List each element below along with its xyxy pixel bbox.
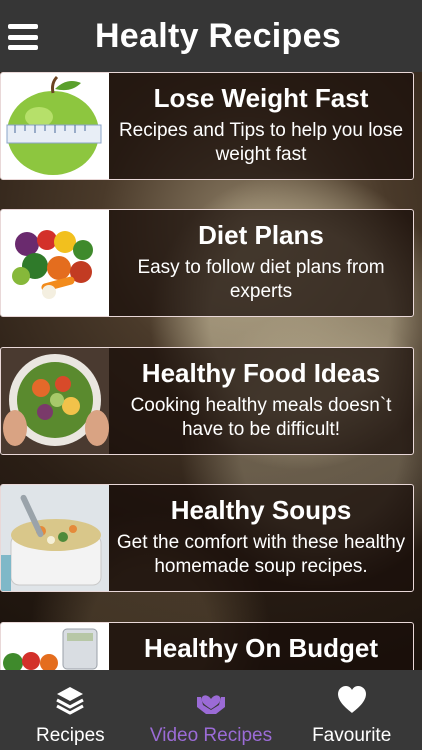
card-diet-plans[interactable]: Diet Plans Easy to follow diet plans fro… xyxy=(0,209,414,317)
card-healthy-on-budget[interactable]: Healthy On Budget xyxy=(0,622,414,670)
card-description: Cooking healthy meals doesn`t have to be… xyxy=(130,395,392,440)
card-description: Easy to follow diet plans from experts xyxy=(137,257,385,302)
tab-label: Video Recipes xyxy=(149,725,273,746)
soup-pot-image xyxy=(1,485,109,591)
tab-label: Favourite xyxy=(312,725,392,746)
card-healthy-soups[interactable]: Healthy Soups Get the comfort with these… xyxy=(0,484,414,592)
card-title: Lose Weight Fast xyxy=(153,83,369,113)
page-title: Healty Recipes xyxy=(94,16,342,55)
card-description: Get the comfort with these healthy homem… xyxy=(116,532,406,577)
card-lose-weight-fast[interactable]: Lose Weight Fast Recipes and Tips to hel… xyxy=(0,72,414,180)
salad-bowl-image xyxy=(1,348,109,454)
heart-hands-icon xyxy=(197,695,225,714)
layers-icon xyxy=(56,687,85,715)
tab-video-recipes[interactable]: Video Recipes xyxy=(141,670,282,750)
card-description: Recipes and Tips to help you lose weight… xyxy=(118,120,404,165)
budget-vegetables-image xyxy=(1,623,109,670)
heart-icon xyxy=(337,686,366,713)
app-screen: Healty Recipes Lose Weight Fast Recipes … xyxy=(0,0,422,750)
vegetables-image xyxy=(1,210,109,316)
card-title: Diet Plans xyxy=(198,220,324,250)
card-title: Healthy On Budget xyxy=(143,633,378,663)
tab-recipes[interactable]: Recipes xyxy=(0,670,141,750)
bottom-tab-bar: Recipes Video Recipes Favourite xyxy=(0,670,422,750)
card-title: Healthy Soups xyxy=(170,495,352,525)
top-bar: Healty Recipes xyxy=(0,0,422,72)
tab-label: Recipes xyxy=(36,725,105,746)
tab-favourite[interactable]: Favourite xyxy=(281,670,422,750)
category-list[interactable]: Lose Weight Fast Recipes and Tips to hel… xyxy=(0,72,422,670)
hamburger-menu-icon[interactable] xyxy=(8,24,38,50)
card-title: Healthy Food Ideas xyxy=(141,358,381,388)
card-healthy-food-ideas[interactable]: Healthy Food Ideas Cooking healthy meals… xyxy=(0,347,414,455)
apple-measuring-tape-image xyxy=(1,73,109,179)
